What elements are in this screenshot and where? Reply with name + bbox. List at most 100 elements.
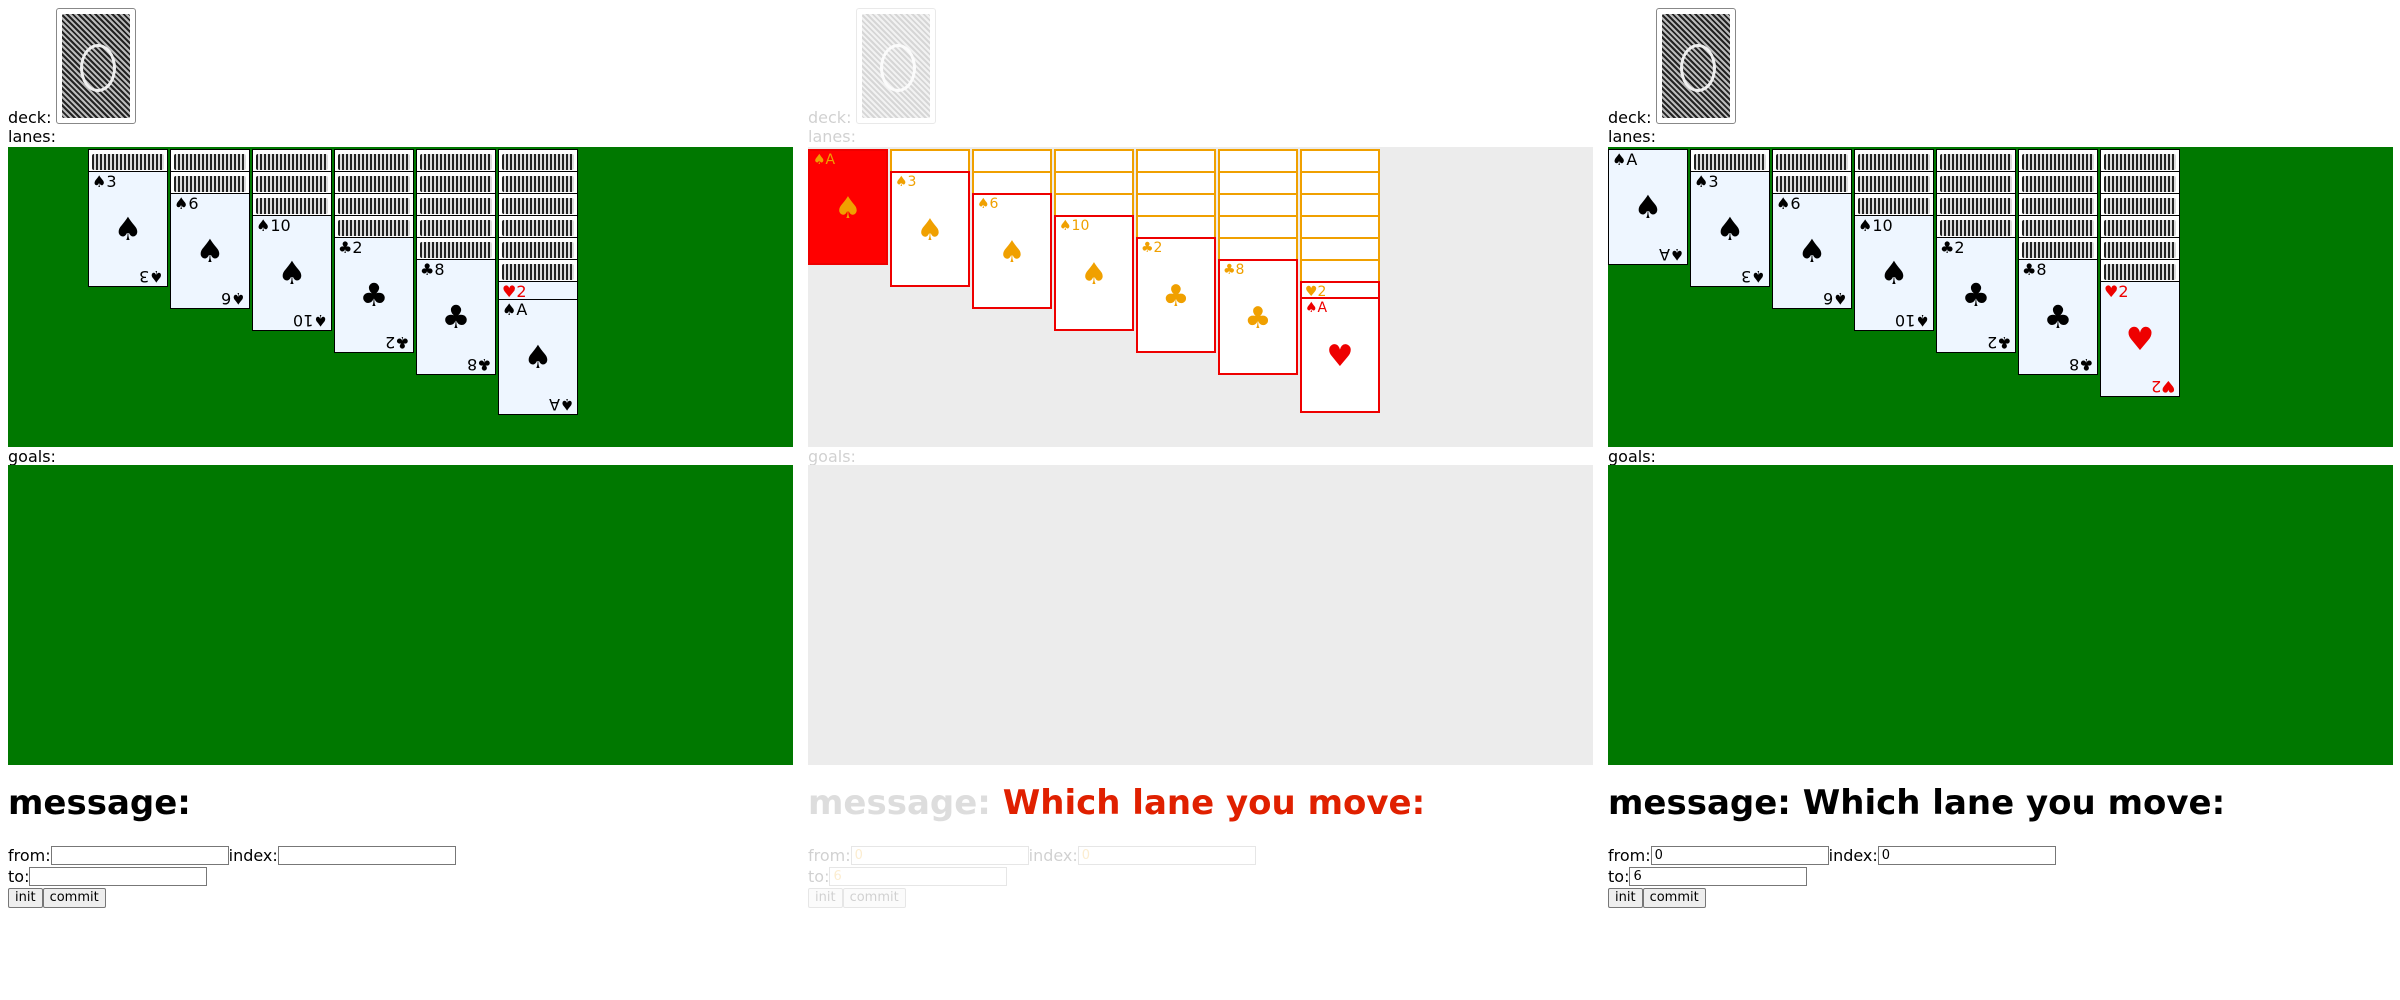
card-back[interactable]	[1690, 149, 1770, 173]
message-line: message:	[8, 783, 191, 823]
card-back[interactable]	[88, 149, 168, 173]
suit-icon: ♠	[1715, 210, 1745, 248]
to-input[interactable]	[829, 867, 1008, 886]
game-panel-2: deck: lanes: goals: ♠A ♠ ♠3 ♠ ♠6 ♠ ♠10 ♠ ♣2 ♣ ♣8 ♣ ♥…	[808, 0, 1593, 1000]
card-rank-label: ♣2	[1987, 333, 2012, 352]
index-input[interactable]	[1077, 846, 1256, 865]
deck-card[interactable]	[1656, 8, 1736, 124]
card-back[interactable]	[498, 215, 578, 239]
lanes-area[interactable]: ♠3♠♠3♠6♠♠6♠10♠♠10♣2♣♣2♣8♣♣8♥2♥♥2♠A♠♠A	[8, 147, 793, 447]
ghost-card-back	[1300, 215, 1380, 239]
move-form: from: index: to: initcommit	[8, 845, 456, 908]
card-back[interactable]	[1772, 149, 1852, 173]
card-back[interactable]	[498, 193, 578, 217]
card-back[interactable]	[498, 259, 578, 283]
card-face[interactable]: ♠10 ♠ ♠10	[252, 215, 332, 331]
card-back[interactable]	[334, 215, 414, 239]
card-face[interactable]: ♣8 ♣ ♣8	[2018, 259, 2098, 375]
init-button[interactable]: init	[1608, 887, 1643, 908]
ghost-card-back	[972, 171, 1052, 195]
card-face[interactable]: ♠A ♠ ♠A	[1608, 149, 1688, 265]
index-input[interactable]	[277, 846, 456, 865]
commit-button[interactable]: commit	[42, 887, 106, 908]
card-back[interactable]	[416, 237, 496, 261]
card-back[interactable]	[1936, 215, 2016, 239]
card-back[interactable]	[1854, 193, 1934, 217]
from-input[interactable]	[850, 846, 1029, 865]
commit-button[interactable]: commit	[1642, 887, 1706, 908]
to-input[interactable]	[29, 867, 208, 886]
init-button[interactable]: init	[808, 887, 843, 908]
card-back[interactable]	[2100, 259, 2180, 283]
card-back[interactable]	[2018, 237, 2098, 261]
card-back[interactable]	[334, 193, 414, 217]
card-face[interactable]: ♠10 ♠ ♠10	[1854, 215, 1934, 331]
lanes-area[interactable]: ♠A ♠ ♠A ♠3 ♠ ♠3 ♠6 ♠ ♠6 ♠10 ♠ ♠10 ♣2 ♣ ♣2 ♣8 ♣ ♣8 ♥2 ♥ ♥2	[1608, 147, 2393, 447]
card-rank-label: ♠6	[1776, 194, 1801, 213]
goals-area[interactable]	[808, 465, 1593, 765]
card-back[interactable]	[1936, 193, 2016, 217]
card-face[interactable]: ♠3 ♠ ♠3	[1690, 171, 1770, 287]
card-face[interactable]: ♣2 ♣ ♣2	[1936, 237, 2016, 353]
card-back[interactable]	[416, 171, 496, 195]
commit-button[interactable]: commit	[842, 887, 906, 908]
moving-card: ♠A ♥	[1300, 297, 1380, 413]
card-rank-label: ♠6	[1823, 289, 1848, 308]
suit-icon: ♠	[523, 338, 553, 376]
card-back[interactable]	[1854, 149, 1934, 173]
card-back[interactable]	[1936, 149, 2016, 173]
card-back[interactable]	[2100, 193, 2180, 217]
card-back[interactable]	[498, 171, 578, 195]
card-back[interactable]	[498, 149, 578, 173]
card-face[interactable]: ♠3 ♠ ♠3	[88, 171, 168, 287]
card-back[interactable]	[334, 149, 414, 173]
card-back[interactable]	[2018, 193, 2098, 217]
card-back[interactable]	[170, 171, 250, 195]
card-face[interactable]: ♥2 ♥ ♥2	[2100, 281, 2180, 397]
card-back[interactable]	[2018, 215, 2098, 239]
card-back[interactable]	[252, 149, 332, 173]
card-back[interactable]	[1772, 171, 1852, 195]
card-back[interactable]	[2100, 149, 2180, 173]
card-back[interactable]	[1936, 171, 2016, 195]
card-back[interactable]	[1854, 171, 1934, 195]
goals-label: goals:	[808, 447, 856, 466]
from-input[interactable]	[1650, 846, 1829, 865]
goals-area[interactable]	[8, 465, 793, 765]
card-back[interactable]	[2100, 215, 2180, 239]
goals-area[interactable]	[1608, 465, 2393, 765]
card-back[interactable]	[252, 193, 332, 217]
card-back[interactable]	[2100, 237, 2180, 261]
card-back[interactable]	[416, 215, 496, 239]
init-button[interactable]: init	[8, 887, 43, 908]
message-line: message: Which lane you move:	[808, 783, 1425, 823]
from-input[interactable]	[50, 846, 229, 865]
card-face[interactable]: ♣8 ♣ ♣8	[416, 259, 496, 375]
card-back[interactable]	[2100, 171, 2180, 195]
deck-card[interactable]	[856, 8, 936, 124]
to-input[interactable]	[1629, 867, 1808, 886]
card-back-icon	[1662, 14, 1730, 118]
card-face[interactable]: ♠6 ♠ ♠6	[170, 193, 250, 309]
card-face[interactable]: ♣2 ♣ ♣2	[334, 237, 414, 353]
card-back[interactable]	[416, 193, 496, 217]
index-input[interactable]	[1877, 846, 2056, 865]
lanes-area[interactable]: ♠A♠♠3♠♠6♠♠10♠♣2♣♣8♣♥2♥♠A♥	[808, 147, 1593, 447]
deck-card[interactable]	[56, 8, 136, 124]
card-back[interactable]	[2018, 149, 2098, 173]
card-face[interactable]: ♠6 ♠ ♠6	[1772, 193, 1852, 309]
card-back[interactable]	[416, 149, 496, 173]
card-back[interactable]	[334, 171, 414, 195]
card-back[interactable]	[2018, 171, 2098, 195]
card-face[interactable]: ♠A ♠ ♠A	[498, 299, 578, 415]
move-form: from: index: to: initcommit	[808, 845, 1256, 908]
index-label: index:	[228, 846, 278, 865]
card-back[interactable]	[252, 171, 332, 195]
suit-icon: ♥	[2125, 320, 2155, 358]
card-back[interactable]	[498, 237, 578, 261]
card-back-icon	[62, 14, 130, 118]
card-back[interactable]	[170, 149, 250, 173]
suit-icon: ♠	[1633, 188, 1663, 226]
ghost-card-face: ♠6 ♠	[972, 193, 1052, 309]
ghost-card-back	[1136, 193, 1216, 217]
